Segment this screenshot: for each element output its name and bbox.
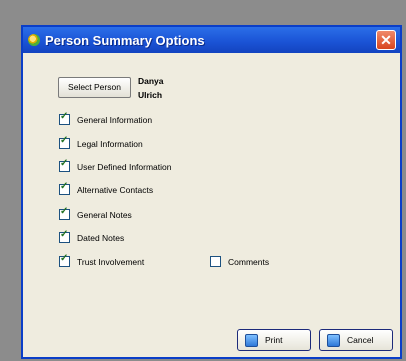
checkbox[interactable] xyxy=(59,229,70,243)
person-last-name: Ulrich xyxy=(138,90,163,100)
checkbox[interactable] xyxy=(59,111,70,125)
print-button[interactable]: Print xyxy=(237,329,311,351)
option-label: Legal Information xyxy=(77,138,143,149)
option-label: Alternative Contacts xyxy=(77,184,154,195)
person-first-name: Danya xyxy=(138,76,164,86)
option-general-information[interactable]: General Information xyxy=(59,111,153,125)
selected-person-name: Danya Ulrich xyxy=(138,74,164,102)
close-icon: ✕ xyxy=(380,32,392,48)
person-summary-dialog: Person Summary Options ✕ Select Person D… xyxy=(21,25,402,359)
checkbox[interactable] xyxy=(59,158,70,172)
select-person-button[interactable]: Select Person xyxy=(58,77,131,98)
checkbox[interactable] xyxy=(59,181,70,195)
cancel-label: Cancel xyxy=(347,335,374,345)
cancel-button[interactable]: Cancel xyxy=(319,329,393,351)
option-general-notes[interactable]: General Notes xyxy=(59,206,132,220)
option-user-defined-information[interactable]: User Defined Information xyxy=(59,158,172,172)
option-label: Trust Involvement xyxy=(77,256,145,267)
cancel-icon xyxy=(327,333,340,347)
option-trust-involvement[interactable]: Trust Involvement xyxy=(59,253,145,267)
app-icon xyxy=(28,34,40,46)
option-label: Comments xyxy=(228,256,270,267)
print-label: Print xyxy=(265,335,283,345)
option-dated-notes[interactable]: Dated Notes xyxy=(59,229,125,243)
option-label: Dated Notes xyxy=(77,232,125,243)
checkbox[interactable] xyxy=(210,256,221,267)
checkbox[interactable] xyxy=(59,253,70,267)
option-label: User Defined Information xyxy=(77,161,172,172)
option-label: General Notes xyxy=(77,209,132,220)
title-bar[interactable]: Person Summary Options ✕ xyxy=(23,27,400,53)
checkbox[interactable] xyxy=(59,135,70,149)
option-alternative-contacts[interactable]: Alternative Contacts xyxy=(59,181,154,195)
close-button[interactable]: ✕ xyxy=(376,30,396,50)
checkbox[interactable] xyxy=(59,206,70,220)
option-legal-information[interactable]: Legal Information xyxy=(59,135,143,149)
option-comments[interactable]: Comments xyxy=(210,256,269,267)
print-icon xyxy=(245,333,258,347)
option-label: General Information xyxy=(77,114,153,125)
dialog-title: Person Summary Options xyxy=(45,32,205,48)
